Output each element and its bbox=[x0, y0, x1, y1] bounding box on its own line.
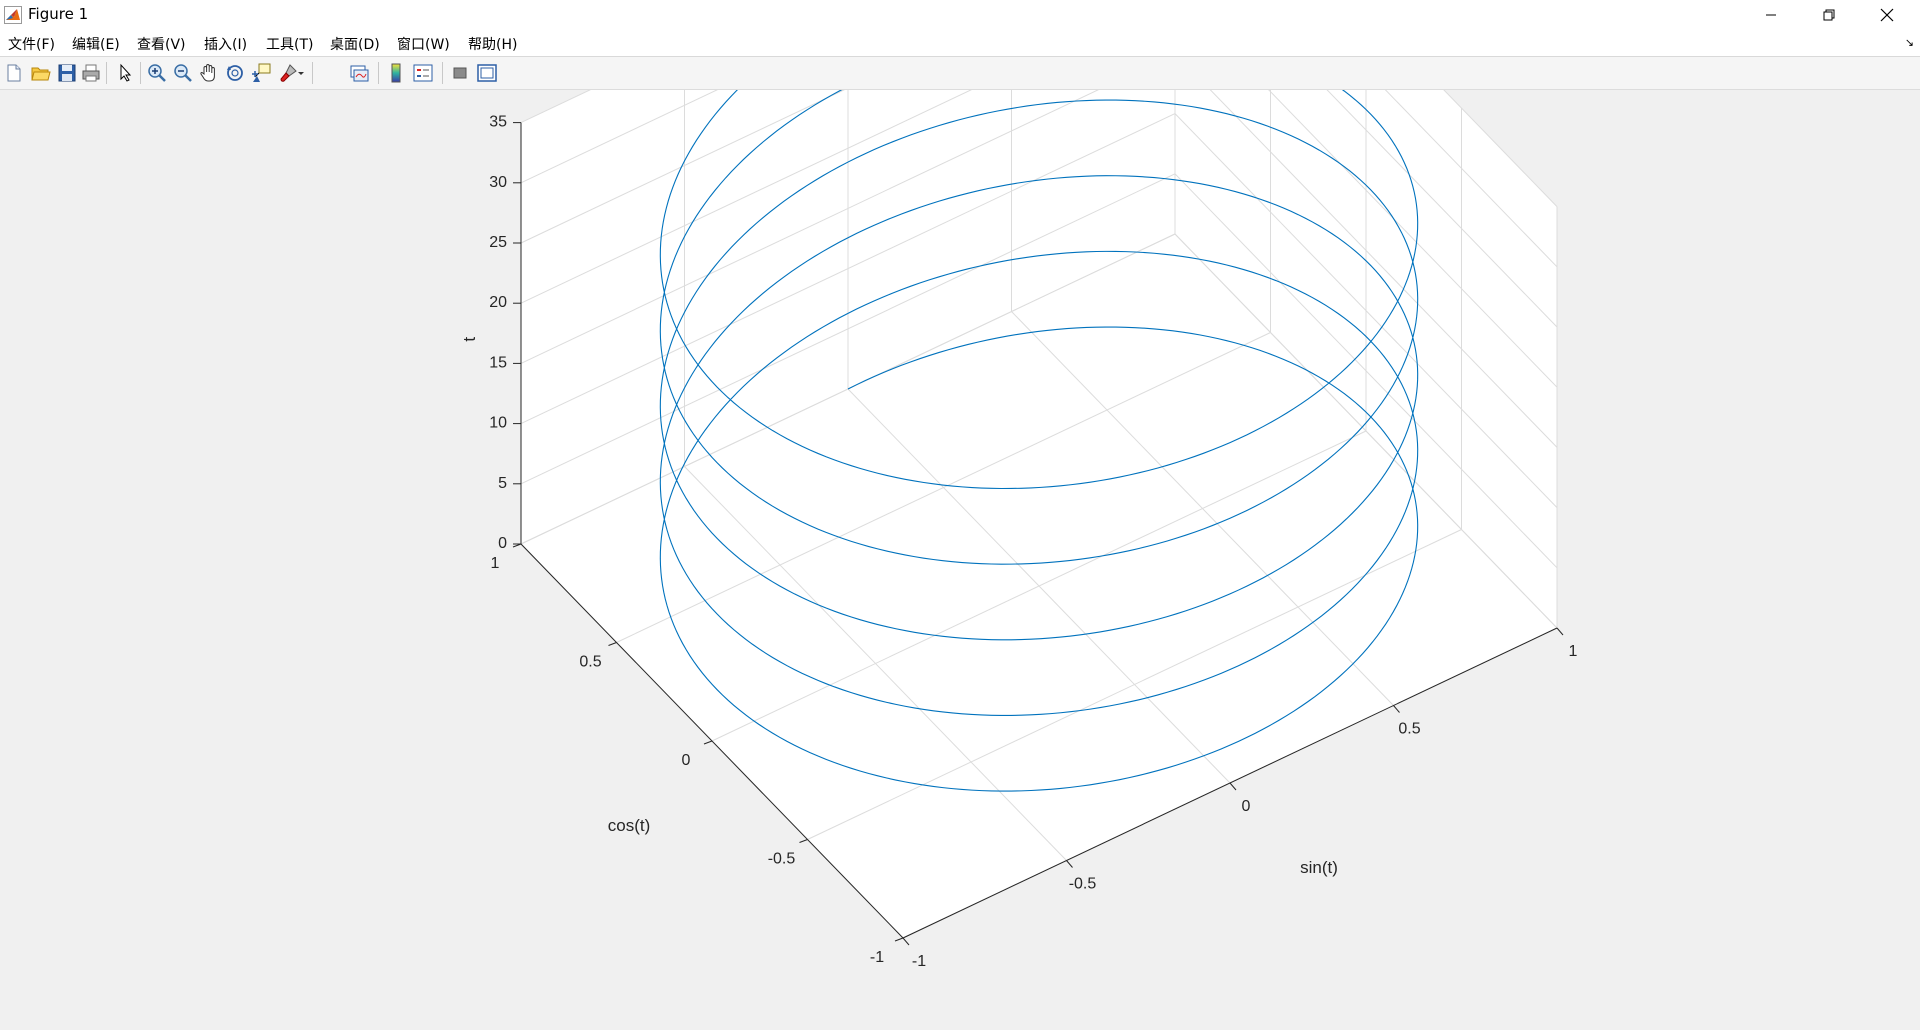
x-tick-mark bbox=[1229, 782, 1237, 791]
plot-area[interactable]: -1-0.500.51-1-0.500.5105101520253035sin(… bbox=[0, 90, 1920, 1030]
toolbar-separator bbox=[378, 62, 379, 84]
restore-icon bbox=[1823, 9, 1835, 21]
z-tick-label: 0 bbox=[498, 535, 507, 552]
print-icon[interactable] bbox=[80, 62, 102, 84]
menu-view[interactable]: 查看(V) bbox=[137, 34, 186, 54]
menu-help[interactable]: 帮助(H) bbox=[468, 34, 517, 54]
toolbar-separator bbox=[140, 62, 141, 84]
y-tick-mark bbox=[608, 642, 617, 646]
toolbar-separator bbox=[106, 62, 107, 84]
y-tick-mark bbox=[703, 740, 713, 745]
insert-legend-icon[interactable] bbox=[412, 62, 434, 84]
window-title: Figure 1 bbox=[28, 5, 89, 23]
hide-plot-tools-icon[interactable] bbox=[449, 62, 471, 84]
x-tick-mark bbox=[1066, 860, 1073, 868]
x-axis-label: sin(t) bbox=[1300, 858, 1338, 877]
link-plot-icon[interactable] bbox=[348, 62, 370, 84]
z-tick-label: 35 bbox=[489, 114, 507, 131]
x-tick-mark bbox=[902, 937, 910, 946]
x-tick-label: 0 bbox=[1242, 798, 1251, 815]
x-tick-label: -0.5 bbox=[1069, 876, 1097, 893]
close-icon bbox=[1880, 8, 1894, 22]
axes-3d[interactable]: -1-0.500.51-1-0.500.5105101520253035sin(… bbox=[460, 90, 1578, 970]
pan-hand-icon[interactable] bbox=[198, 62, 220, 84]
x-tick-mark bbox=[1393, 705, 1400, 713]
open-folder-icon[interactable] bbox=[30, 62, 52, 84]
x-tick-label: 1 bbox=[1569, 643, 1578, 660]
y-tick-label: 0 bbox=[682, 752, 691, 769]
show-plot-tools-icon[interactable] bbox=[476, 62, 498, 84]
minimize-icon bbox=[1766, 14, 1776, 16]
toolbar-separator bbox=[312, 62, 313, 84]
z-tick-label: 30 bbox=[489, 174, 507, 191]
menu-file[interactable]: 文件(F) bbox=[8, 34, 55, 54]
z-tick-label: 25 bbox=[489, 234, 507, 251]
minimize-button[interactable] bbox=[1742, 0, 1800, 30]
chevron-down-icon[interactable] bbox=[296, 62, 306, 84]
menu-edit[interactable]: 编辑(E) bbox=[72, 34, 120, 54]
toolbar-separator bbox=[442, 62, 443, 84]
edit-plot-arrow-icon[interactable] bbox=[114, 62, 136, 84]
figure-toolbar bbox=[0, 57, 1920, 90]
y-tick-mark bbox=[894, 937, 904, 942]
restore-button[interactable] bbox=[1800, 0, 1858, 30]
z-tick-label: 10 bbox=[489, 415, 507, 432]
y-tick-label: -1 bbox=[870, 949, 884, 966]
z-tick-label: 5 bbox=[498, 475, 507, 492]
insert-colorbar-icon[interactable] bbox=[385, 62, 407, 84]
z-tick-label: 20 bbox=[489, 294, 507, 311]
x-tick-label: 0.5 bbox=[1398, 721, 1420, 738]
data-cursor-icon[interactable] bbox=[250, 62, 272, 84]
zoom-in-icon[interactable] bbox=[146, 62, 168, 84]
zoom-out-icon[interactable] bbox=[172, 62, 194, 84]
menu-window[interactable]: 窗口(W) bbox=[397, 34, 450, 54]
figure-window: Figure 1 文件(F) 编辑(E) 查看(V) 插入(I) 工具(T) 桌… bbox=[0, 0, 1920, 1030]
new-figure-icon[interactable] bbox=[3, 62, 25, 84]
y-axis-label: cos(t) bbox=[608, 816, 651, 835]
rotate-3d-icon[interactable] bbox=[224, 62, 246, 84]
z-axis-label: t bbox=[460, 337, 479, 342]
menu-desktop[interactable]: 桌面(D) bbox=[330, 34, 380, 54]
matlab-logo-icon bbox=[4, 6, 22, 24]
menu-insert[interactable]: 插入(I) bbox=[204, 34, 247, 54]
y-tick-label: -0.5 bbox=[768, 851, 796, 868]
y-tick-label: 1 bbox=[491, 555, 500, 572]
menu-bar: 文件(F) 编辑(E) 查看(V) 插入(I) 工具(T) 桌面(D) 窗口(W… bbox=[0, 30, 1920, 57]
z-tick-label: 15 bbox=[489, 354, 507, 371]
close-button[interactable] bbox=[1858, 0, 1916, 30]
y-tick-label: 0.5 bbox=[579, 654, 601, 671]
dock-arrow-icon[interactable]: ↘ bbox=[1905, 36, 1914, 49]
y-tick-mark bbox=[799, 839, 808, 843]
save-icon[interactable] bbox=[56, 62, 78, 84]
x-tick-label: -1 bbox=[912, 953, 926, 970]
menu-tools[interactable]: 工具(T) bbox=[266, 34, 313, 54]
x-tick-mark bbox=[1556, 627, 1564, 636]
title-bar: Figure 1 bbox=[0, 0, 1920, 30]
